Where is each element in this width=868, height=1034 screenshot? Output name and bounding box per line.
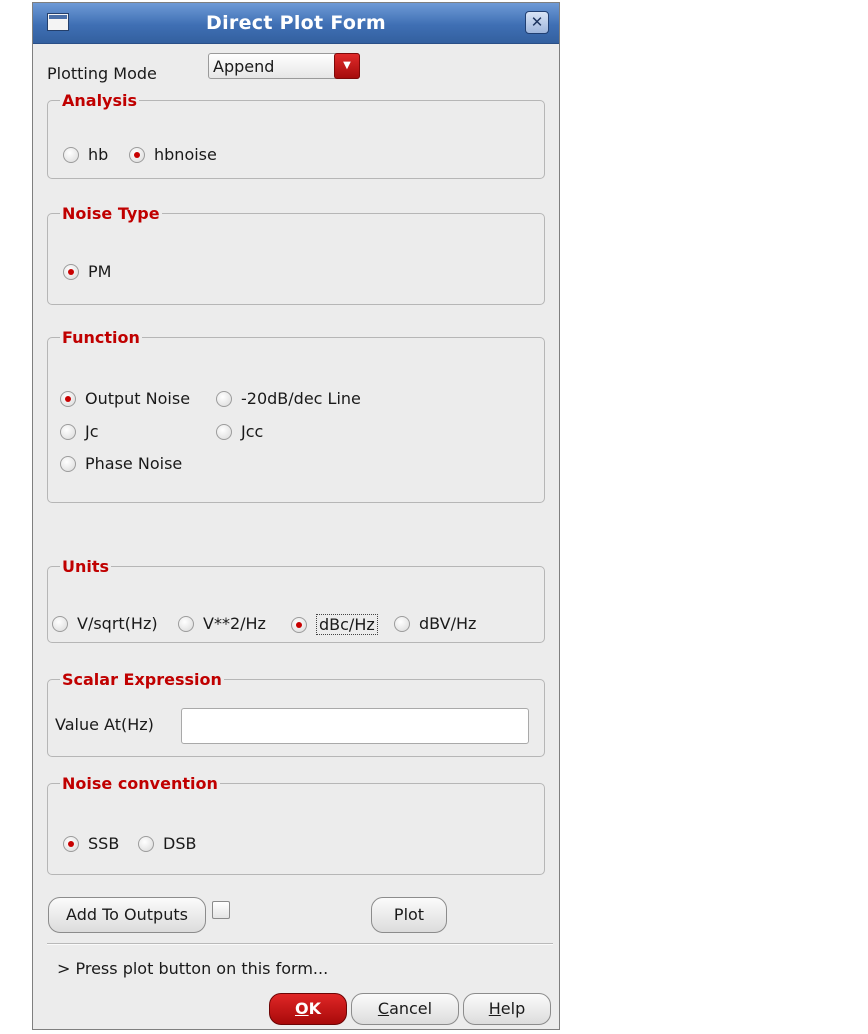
radio-indicator — [63, 146, 79, 163]
radio-indicator — [216, 423, 232, 440]
radio-jc[interactable]: Jc — [60, 422, 99, 441]
title-bar[interactable]: Direct Plot Form ✕ — [33, 3, 559, 44]
radio-label: SSB — [88, 834, 120, 853]
close-icon[interactable]: ✕ — [525, 11, 549, 34]
radio-ssb[interactable]: SSB — [63, 834, 119, 853]
radio-indicator-checked — [129, 146, 145, 163]
ok-rest: K — [308, 999, 321, 1018]
add-to-outputs-button[interactable]: Add To Outputs — [48, 897, 206, 933]
radio-indicator — [138, 835, 154, 852]
radio-label: hb — [88, 145, 109, 164]
radio-v2-hz[interactable]: V**2/Hz — [178, 614, 266, 633]
plotting-mode-dropdown[interactable]: Append ▼ — [208, 53, 360, 79]
radio-label: Phase Noise — [85, 454, 183, 473]
noise-type-group: Noise Type — [47, 204, 545, 305]
radio-dsb[interactable]: DSB — [138, 834, 196, 853]
cancel-button[interactable]: Cancel — [351, 993, 459, 1025]
plot-label: Plot — [393, 905, 425, 924]
radio-indicator — [52, 615, 68, 632]
radio-label: Output Noise — [85, 389, 191, 408]
radio-indicator — [178, 615, 194, 632]
radio-indicator-checked — [63, 263, 79, 280]
units-legend: Units — [62, 557, 110, 576]
separator — [47, 943, 553, 945]
radio-indicator — [60, 455, 76, 472]
radio-label: DSB — [163, 834, 197, 853]
radio-indicator-checked — [60, 390, 76, 407]
radio-dbv-hz[interactable]: dBV/Hz — [394, 614, 476, 633]
radio-pm[interactable]: PM — [63, 262, 111, 281]
help-button[interactable]: Help — [463, 993, 551, 1025]
scalar-expression-legend: Scalar Expression — [62, 670, 222, 689]
radio-dbc-hz[interactable]: dBc/Hz — [291, 614, 378, 635]
radio-v-sqrt-hz[interactable]: V/sqrt(Hz) — [52, 614, 158, 633]
cancel-rest: ancel — [389, 999, 433, 1018]
ok-mnemonic: O — [294, 999, 309, 1018]
status-message: > Press plot button on this form... — [57, 959, 329, 978]
radio-phase-noise[interactable]: Phase Noise — [60, 454, 182, 473]
radio-label: Jc — [85, 422, 99, 441]
radio-hb[interactable]: hb — [63, 145, 108, 164]
radio-label: Jcc — [241, 422, 264, 441]
direct-plot-form-window: Direct Plot Form ✕ Plotting Mode Append … — [32, 2, 560, 1030]
analysis-group: Analysis — [47, 91, 545, 179]
radio-output-noise[interactable]: Output Noise — [60, 389, 190, 408]
plotting-mode-label: Plotting Mode — [47, 64, 157, 83]
radio-20db-dec-line[interactable]: -20dB/dec Line — [216, 389, 361, 408]
radio-label: PM — [88, 262, 112, 281]
help-mnemonic: H — [488, 999, 501, 1018]
ok-button[interactable]: OK — [269, 993, 347, 1025]
function-legend: Function — [62, 328, 140, 347]
analysis-legend: Analysis — [62, 91, 138, 110]
window-title: Direct Plot Form — [206, 12, 386, 34]
noise-type-legend: Noise Type — [62, 204, 160, 223]
value-at-label: Value At(Hz) — [55, 715, 154, 734]
radio-indicator — [216, 390, 232, 407]
dropdown-arrow-icon[interactable]: ▼ — [334, 53, 360, 79]
radio-label: V**2/Hz — [203, 614, 266, 633]
radio-label: dBV/Hz — [419, 614, 477, 633]
radio-label: -20dB/dec Line — [241, 389, 361, 408]
help-rest: elp — [500, 999, 526, 1018]
plotting-mode-value: Append — [213, 57, 275, 76]
radio-indicator-checked — [63, 835, 79, 852]
noise-convention-legend: Noise convention — [62, 774, 218, 793]
add-to-outputs-checkbox[interactable] — [212, 901, 230, 919]
radio-label: hbnoise — [154, 145, 217, 164]
radio-indicator — [394, 615, 410, 632]
add-to-outputs-label: Add To Outputs — [66, 905, 188, 924]
radio-indicator — [60, 423, 76, 440]
plot-button[interactable]: Plot — [371, 897, 447, 933]
value-at-input[interactable] — [181, 708, 529, 744]
radio-label-focused: dBc/Hz — [316, 614, 378, 635]
radio-hbnoise[interactable]: hbnoise — [129, 145, 217, 164]
radio-label: V/sqrt(Hz) — [77, 614, 158, 633]
radio-jcc[interactable]: Jcc — [216, 422, 263, 441]
function-group: Function — [47, 328, 545, 503]
noise-convention-group: Noise convention — [47, 774, 545, 875]
radio-indicator-checked — [291, 616, 307, 633]
cancel-mnemonic: C — [377, 999, 390, 1018]
